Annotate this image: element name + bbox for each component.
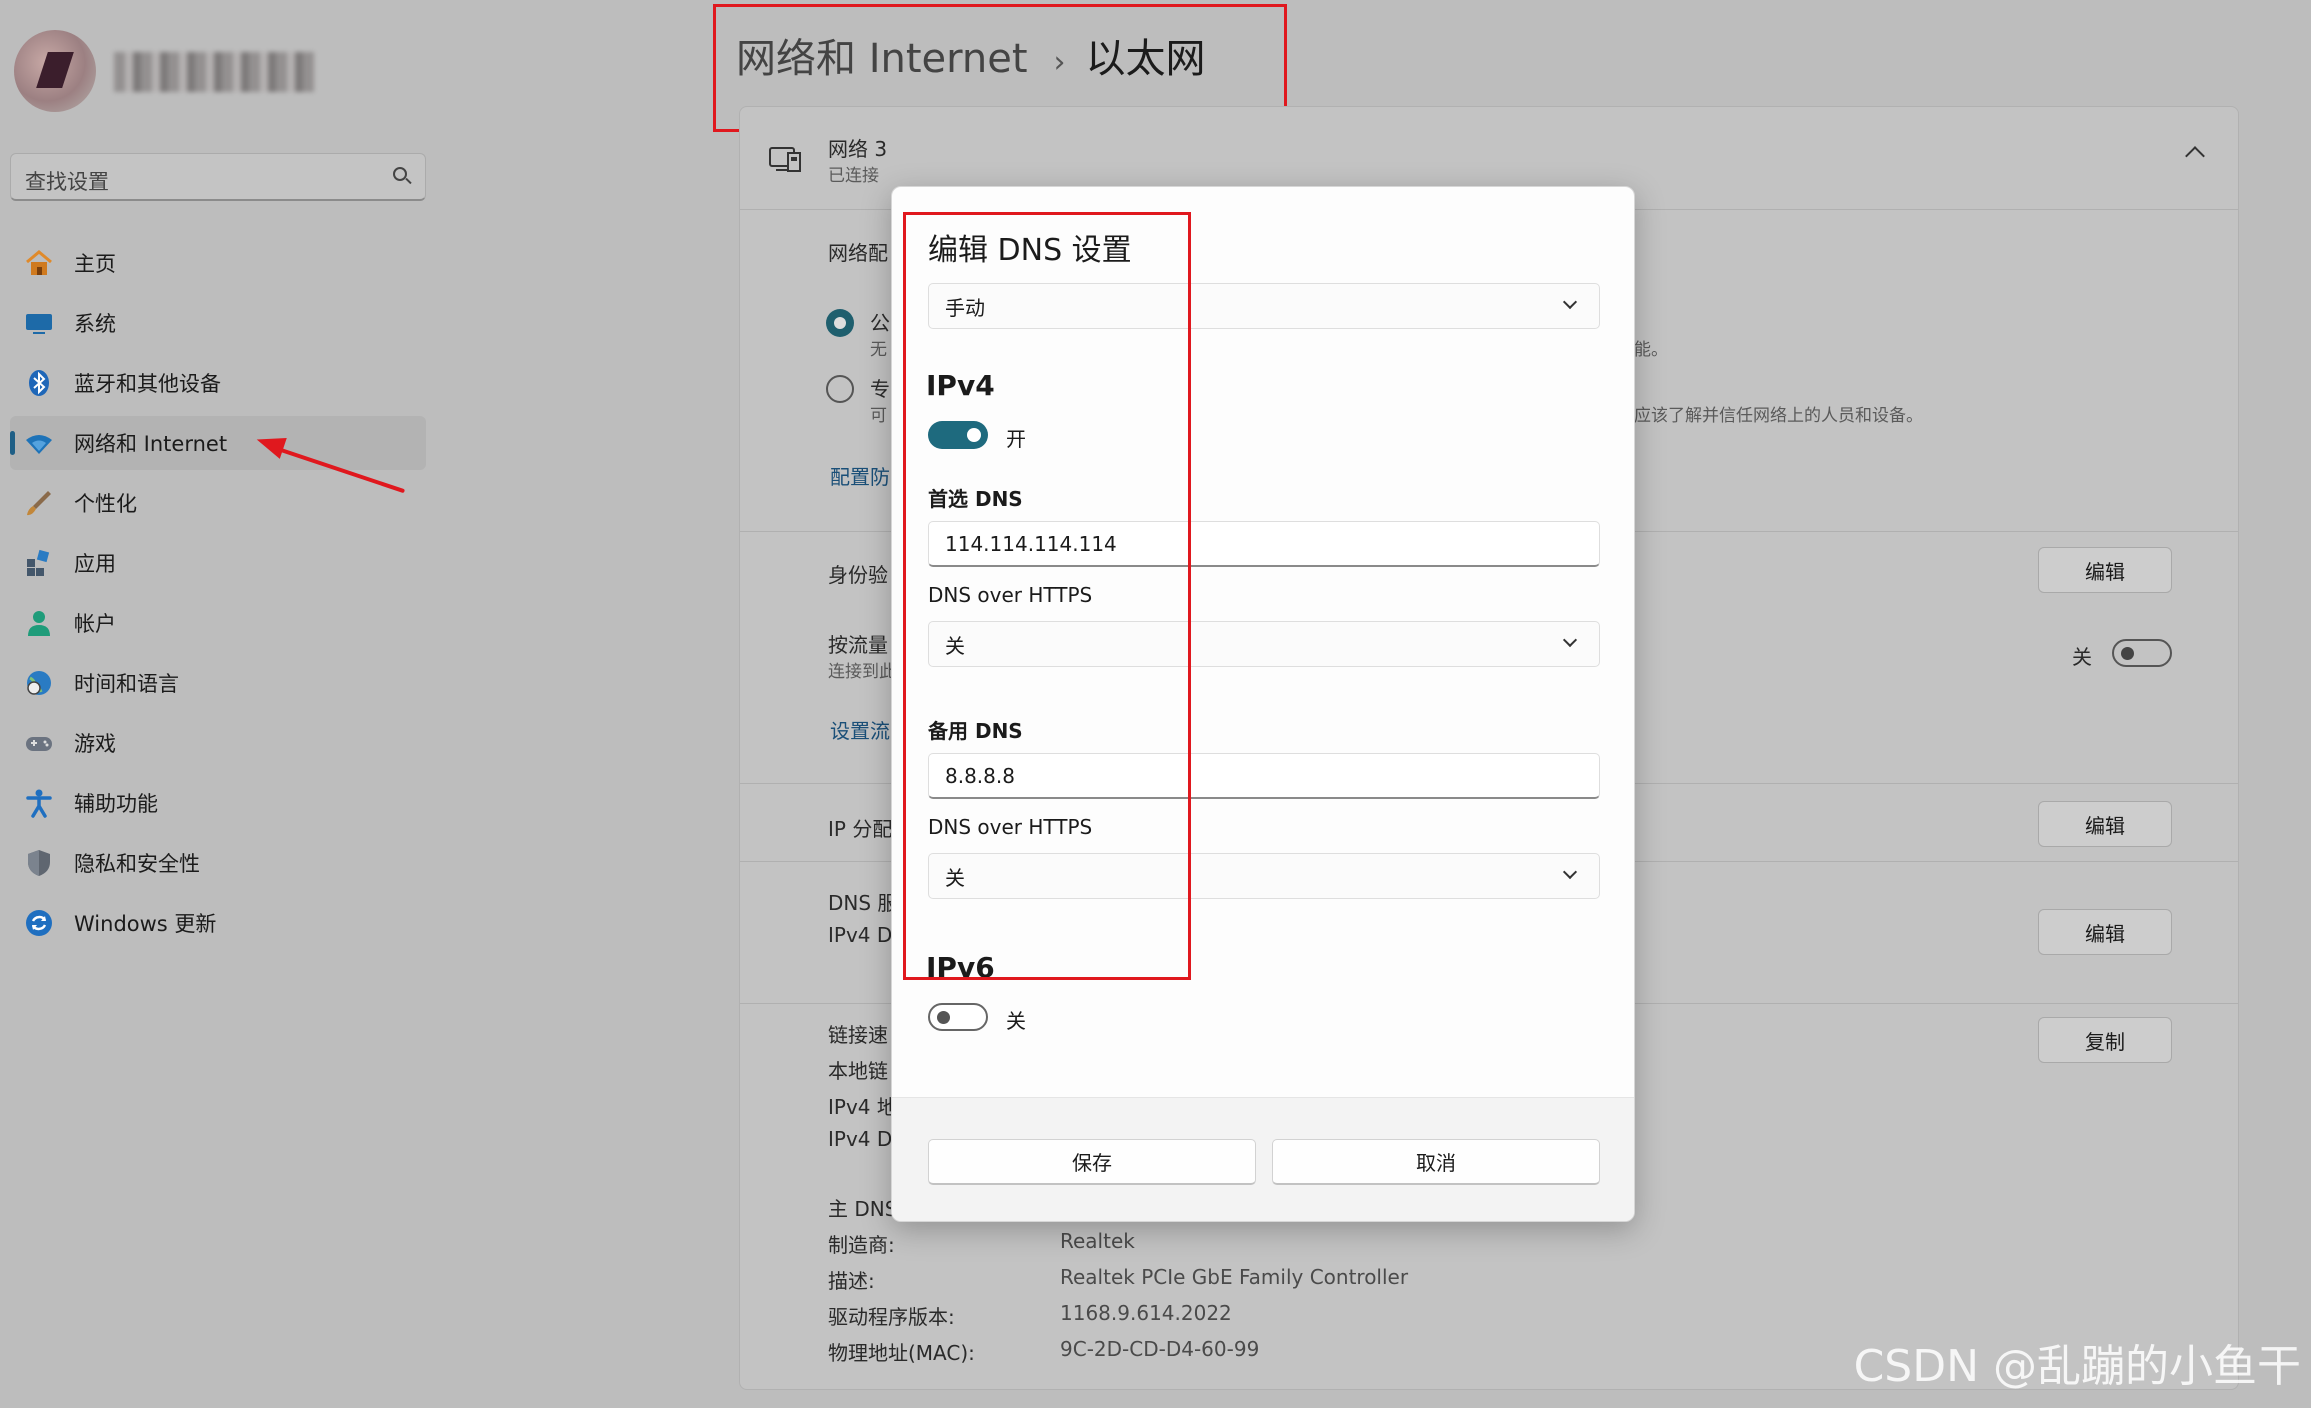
sidebar-item-time-language[interactable]: 时间和语言 — [10, 656, 426, 710]
search-placeholder: 查找设置 — [25, 170, 109, 194]
sidebar-item-label: 隐私和安全性 — [74, 852, 200, 876]
dns-assignment-label: DNS 服 — [828, 891, 898, 915]
chevron-down-icon — [1562, 632, 1578, 648]
sidebar-item-label: 时间和语言 — [74, 672, 179, 696]
sidebar-item-label: 辅助功能 — [74, 792, 158, 816]
firewall-settings-link[interactable]: 配置防 — [830, 461, 890, 490]
sidebar-item-home[interactable]: 主页 — [10, 236, 426, 290]
metered-connection-label: 按流量 — [828, 633, 888, 657]
user-avatar[interactable] — [14, 30, 96, 112]
save-button[interactable]: 保存 — [928, 1139, 1256, 1185]
link-speed-label: 链接速 — [828, 1023, 888, 1047]
user-name-blurred — [114, 52, 314, 92]
settings-search-input[interactable]: 查找设置 — [10, 153, 426, 201]
manufacturer-label: 制造商: — [828, 1233, 895, 1257]
watermark: CSDN @乱蹦的小鱼干 — [1853, 1341, 2301, 1392]
wifi-icon — [24, 428, 54, 458]
collapse-chevron-icon[interactable] — [2185, 146, 2205, 166]
ipv6-toggle-label: 关 — [1006, 1009, 1026, 1033]
sidebar-item-label: 蓝牙和其他设备 — [74, 372, 221, 396]
ethernet-icon — [768, 143, 802, 181]
dns-edit-button[interactable]: 编辑 — [2038, 909, 2172, 955]
person-icon — [24, 608, 54, 638]
sidebar-item-label: 网络和 Internet — [74, 432, 228, 456]
chevron-down-icon — [1562, 294, 1578, 310]
private-network-desc: 可 — [870, 406, 887, 426]
manufacturer-value: Realtek — [1060, 1229, 1135, 1253]
mac-address-label: 物理地址(MAC): — [828, 1341, 975, 1365]
auth-settings-label: 身份验 — [828, 563, 888, 587]
ip-edit-button[interactable]: 编辑 — [2038, 801, 2172, 847]
ipv4-address-label: IPv4 地 — [828, 1095, 897, 1119]
sidebar-item-accounts[interactable]: 帐户 — [10, 596, 426, 650]
home-icon — [24, 248, 54, 278]
copy-button[interactable]: 复制 — [2038, 1017, 2172, 1063]
monitor-icon — [24, 308, 54, 338]
local-link-label: 本地链 — [828, 1059, 888, 1083]
apps-icon — [24, 548, 54, 578]
cancel-button[interactable]: 取消 — [1272, 1139, 1600, 1185]
chevron-down-icon — [1562, 864, 1578, 880]
sidebar-item-apps[interactable]: 应用 — [10, 536, 426, 590]
brush-icon — [24, 488, 54, 518]
ipv4-dns-label: IPv4 DI — [828, 1127, 899, 1151]
data-limit-link[interactable]: 设置流 — [830, 715, 890, 744]
private-network-radio[interactable] — [826, 375, 854, 403]
shield-icon — [24, 848, 54, 878]
search-icon[interactable] — [393, 167, 407, 181]
driver-version-value: 1168.9.614.2022 — [1060, 1301, 1232, 1325]
sidebar-item-label: Windows 更新 — [74, 912, 217, 936]
sidebar-item-personalization[interactable]: 个性化 — [10, 476, 426, 530]
network-status: 已连接 — [828, 166, 879, 186]
sidebar-item-label: 游戏 — [74, 732, 116, 756]
sidebar-item-label: 个性化 — [74, 492, 137, 516]
sidebar-item-bluetooth[interactable]: 蓝牙和其他设备 — [10, 356, 426, 410]
network-profile-label: 网络配 — [828, 241, 888, 265]
ip-assignment-label: IP 分配 — [828, 817, 893, 841]
annotation-box-dns — [903, 212, 1191, 980]
sidebar-item-privacy[interactable]: 隐私和安全性 — [10, 836, 426, 890]
accessibility-icon — [24, 788, 54, 818]
dns-ipv4-label: IPv4 DI — [828, 923, 899, 947]
auth-edit-button[interactable]: 编辑 — [2038, 547, 2172, 593]
metered-toggle-label: 关 — [2072, 645, 2092, 669]
driver-version-label: 驱动程序版本: — [828, 1305, 955, 1329]
public-network-desc: 无 — [870, 340, 887, 360]
private-network-desc-tail: 应该了解并信任网络上的人员和设备。 — [1634, 406, 1923, 426]
sidebar-item-system[interactable]: 系统 — [10, 296, 426, 350]
sidebar-item-label: 系统 — [74, 312, 116, 336]
sidebar-item-gaming[interactable]: 游戏 — [10, 716, 426, 770]
description-label: 描述: — [828, 1269, 875, 1293]
sidebar-item-label: 帐户 — [74, 612, 116, 636]
ipv6-toggle[interactable] — [928, 1003, 988, 1031]
sidebar-item-label: 应用 — [74, 552, 116, 576]
gamepad-icon — [24, 728, 54, 758]
refresh-icon — [24, 908, 54, 938]
private-network-label: 专 — [870, 377, 890, 401]
public-network-desc-tail: 能。 — [1634, 340, 1668, 360]
description-value: Realtek PCIe GbE Family Controller — [1060, 1265, 1409, 1289]
bluetooth-icon — [24, 368, 54, 398]
metered-connection-toggle[interactable] — [2112, 639, 2172, 667]
sidebar-item-label: 主页 — [74, 252, 116, 276]
globe-clock-icon — [24, 668, 54, 698]
network-name: 网络 3 — [828, 137, 888, 161]
public-network-label: 公 — [870, 311, 890, 335]
sidebar-item-windows-update[interactable]: Windows 更新 — [10, 896, 426, 950]
metered-connection-desc: 连接到此 — [828, 662, 896, 682]
sidebar-item-accessibility[interactable]: 辅助功能 — [10, 776, 426, 830]
mac-address-value: 9C-2D-CD-D4-60-99 — [1060, 1337, 1260, 1361]
primary-dns-label: 主 DNS — [828, 1197, 898, 1221]
sidebar-item-network[interactable]: 网络和 Internet — [10, 416, 426, 470]
public-network-radio[interactable] — [826, 309, 854, 337]
